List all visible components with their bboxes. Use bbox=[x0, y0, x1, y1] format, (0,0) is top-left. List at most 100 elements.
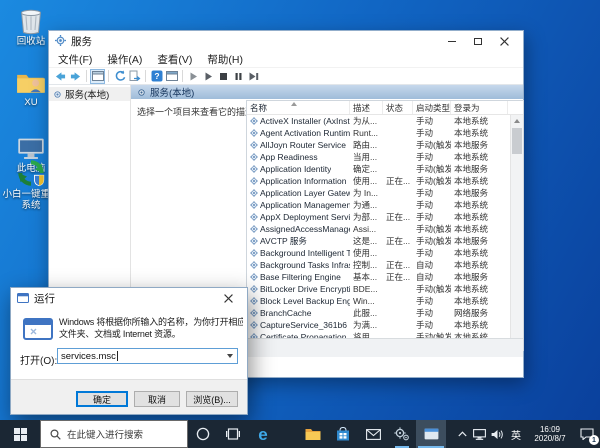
service-description-cell: 当用... bbox=[353, 152, 378, 162]
browse-button[interactable]: 浏览(B)... bbox=[186, 391, 238, 407]
file-explorer-button[interactable] bbox=[298, 420, 328, 448]
start-button[interactable] bbox=[0, 420, 40, 448]
service-row[interactable]: Application Information 使用... 正在... 手动(触… bbox=[247, 175, 510, 187]
combo-dropdown-icon[interactable] bbox=[227, 354, 233, 358]
service-startup-type-cell: 手动 bbox=[416, 116, 434, 126]
export-list-button[interactable] bbox=[127, 69, 142, 84]
column-header-logon-as[interactable]: 登录为 bbox=[451, 101, 508, 114]
service-row[interactable]: Application Management 为通... 手动 本地系统 bbox=[247, 199, 510, 211]
service-gear-icon bbox=[250, 237, 258, 245]
service-logon-cell: 本地系统 bbox=[454, 284, 489, 294]
taskbar-gap bbox=[278, 420, 298, 448]
service-row[interactable]: BitLocker Drive Encryptio... BDE... 手动(触… bbox=[247, 283, 510, 295]
menu-help[interactable]: 帮助(H) bbox=[207, 52, 243, 67]
service-row[interactable]: Base Filtering Engine 基本... 正在... 自动 本地服… bbox=[247, 271, 510, 283]
service-description-cell: 基本... bbox=[353, 272, 378, 282]
start-service-button[interactable] bbox=[186, 69, 201, 84]
volume-tray-button[interactable] bbox=[488, 429, 506, 440]
column-header-status[interactable]: 状态 bbox=[383, 101, 413, 114]
service-row[interactable]: AppX Deployment Servic... 为部... 正在... 手动… bbox=[247, 211, 510, 223]
service-gear-icon bbox=[250, 129, 258, 137]
service-status-cell: 正在... bbox=[386, 260, 411, 270]
service-row[interactable]: Block Level Backup Engi... Win... 手动 本地系… bbox=[247, 295, 510, 307]
service-name-cell: Background Intelligent T... bbox=[247, 248, 350, 258]
maximize-button[interactable] bbox=[465, 34, 491, 49]
services-taskbar-button[interactable] bbox=[388, 420, 416, 448]
maximize-icon bbox=[474, 38, 482, 45]
service-row[interactable]: Application Layer Gatewa... 为 In... 手动 本… bbox=[247, 187, 510, 199]
service-startup-type-cell: 手动(触发... bbox=[416, 236, 451, 246]
cancel-button[interactable]: 取消 bbox=[134, 391, 180, 407]
volume-icon bbox=[491, 429, 503, 439]
service-startup-type-cell: 手动 bbox=[416, 320, 434, 330]
run-taskbar-button[interactable] bbox=[416, 420, 446, 448]
scroll-up-icon[interactable] bbox=[514, 119, 520, 123]
mail-button[interactable] bbox=[358, 420, 388, 448]
service-row[interactable]: Application Identity 确定... 手动(触发... 本地服务 bbox=[247, 163, 510, 175]
refresh-button[interactable] bbox=[112, 69, 127, 84]
store-button[interactable] bbox=[328, 420, 358, 448]
column-header-description[interactable]: 描述 bbox=[350, 101, 383, 114]
back-button[interactable] bbox=[53, 69, 68, 84]
restart-service-button[interactable] bbox=[246, 69, 261, 84]
column-header-name[interactable]: 名称 bbox=[247, 101, 350, 114]
service-row[interactable]: Background Tasks Infras... 控制... 正在... 自… bbox=[247, 259, 510, 271]
stop-service-button[interactable] bbox=[216, 69, 231, 84]
tree-item-services-local[interactable]: 服务(本地) bbox=[49, 87, 130, 101]
service-status-cell: 正在... bbox=[386, 212, 411, 222]
menu-bar: 文件(F) 操作(A) 查看(V) 帮助(H) bbox=[49, 52, 523, 67]
service-name-cell: CaptureService_361b6 bbox=[247, 320, 350, 330]
task-view-button[interactable] bbox=[218, 420, 248, 448]
toolbar-separator bbox=[86, 70, 87, 82]
list-scrollbar[interactable] bbox=[510, 115, 523, 350]
services-title-bar: 服务 bbox=[49, 31, 523, 52]
clock-time: 16:09 bbox=[539, 424, 560, 434]
edge-button[interactable]: e bbox=[248, 420, 278, 448]
service-row[interactable]: ActiveX Installer (AxInstSV) 为从... 手动 本地… bbox=[247, 115, 510, 127]
service-description-cell: 使用... bbox=[353, 176, 378, 186]
close-button[interactable] bbox=[491, 34, 517, 49]
help-icon: ? bbox=[151, 70, 162, 82]
run-command-input[interactable]: services.msc bbox=[57, 348, 238, 364]
cortana-button[interactable] bbox=[188, 420, 218, 448]
column-header-startup-type[interactable]: 启动类型 bbox=[413, 101, 451, 114]
service-logon-cell: 本地系统 bbox=[454, 116, 489, 126]
services-banner: 服务(本地) bbox=[131, 85, 523, 99]
ok-button[interactable]: 确定 bbox=[76, 391, 128, 407]
action-center-button[interactable]: 1 bbox=[574, 420, 600, 448]
service-description-cell: 控制... bbox=[353, 260, 378, 270]
service-row[interactable]: AssignedAccessManager... Assi... 手动(触发..… bbox=[247, 223, 510, 235]
run-close-button[interactable] bbox=[215, 291, 241, 306]
help-button[interactable]: ? bbox=[149, 69, 164, 84]
ime-indicator[interactable]: 英 bbox=[506, 427, 526, 442]
refresh-icon bbox=[115, 70, 125, 81]
clock[interactable]: 16:09 2020/8/7 bbox=[526, 425, 574, 444]
resume-service-button[interactable] bbox=[201, 69, 216, 84]
run-dialog-body: Windows 将根据你所输入的名称，为你打开相应的程序、 文件夹、文档或 In… bbox=[11, 308, 247, 379]
menu-view[interactable]: 查看(V) bbox=[157, 52, 192, 67]
tray-overflow-button[interactable] bbox=[455, 431, 470, 437]
show-console-tree-button[interactable] bbox=[90, 68, 105, 84]
search-icon bbox=[50, 428, 61, 440]
scrollbar-thumb[interactable] bbox=[512, 128, 522, 154]
properties-button[interactable] bbox=[164, 69, 179, 84]
service-row[interactable]: BranchCache 此服... 手动 网络服务 bbox=[247, 307, 510, 319]
forward-button[interactable] bbox=[68, 69, 83, 84]
service-row[interactable]: Agent Activation Runtime... Runt... 手动 本… bbox=[247, 127, 510, 139]
pause-service-button[interactable] bbox=[231, 69, 246, 84]
taskbar-search-box[interactable]: 在此键入进行搜索 bbox=[40, 420, 188, 448]
network-tray-button[interactable] bbox=[470, 428, 488, 440]
menu-file[interactable]: 文件(F) bbox=[58, 52, 92, 67]
service-row[interactable]: AllJoyn Router Service 路由... 手动(触发... 本地… bbox=[247, 139, 510, 151]
service-row[interactable]: App Readiness 当用... 手动 本地系统 bbox=[247, 151, 510, 163]
service-row[interactable]: AVCTP 服务 这是... 正在... 手动(触发... 本地服务 bbox=[247, 235, 510, 247]
service-logon-cell: 本地服务 bbox=[454, 188, 489, 198]
services-banner-icon bbox=[138, 88, 145, 96]
services-rows: ActiveX Installer (AxInstSV) 为从... 手动 本地… bbox=[247, 115, 510, 350]
service-row[interactable]: Background Intelligent T... 使用... 手动 本地系… bbox=[247, 247, 510, 259]
menu-action[interactable]: 操作(A) bbox=[107, 52, 142, 67]
service-row[interactable]: CaptureService_361b6 为满... 手动 本地系统 bbox=[247, 319, 510, 331]
run-command-value: services.msc bbox=[61, 350, 116, 362]
minimize-button[interactable] bbox=[439, 34, 465, 49]
stop-service-icon bbox=[220, 72, 227, 80]
